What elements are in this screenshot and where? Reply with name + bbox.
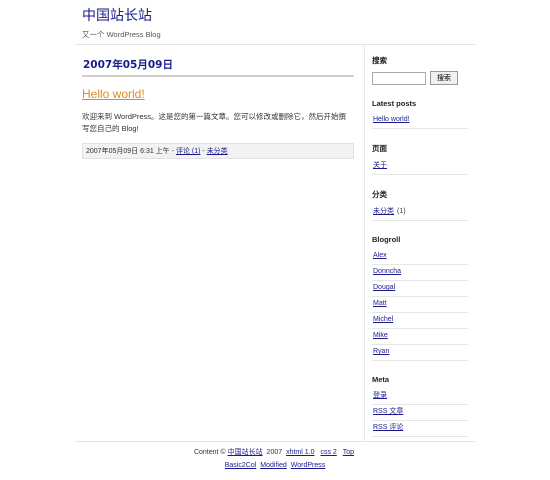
post-date-heading: 2007年05月09日 (82, 50, 354, 77)
blogroll-widget: Blogroll Alex Donncha Dougal Matt Michel… (372, 235, 468, 361)
list-item: Alex (372, 249, 468, 265)
search-widget-title: 搜索 (372, 56, 387, 65)
footer-line-1: Content © 中国站长站 2007 xhtml 1.0 css 2 Top (75, 446, 475, 459)
footer-top-link[interactable]: Top (343, 449, 354, 456)
footer-content-prefix: Content © (193, 449, 226, 456)
footer-css-link[interactable]: css 2 (320, 449, 336, 456)
list-item: Ryan (372, 345, 468, 361)
search-widget: 搜索 搜索 (372, 55, 468, 85)
post-meta-date: 2007年05月09日 (86, 148, 139, 155)
footer-wordpress-link[interactable]: WordPress (291, 462, 326, 469)
site-header: 中国站长站 又一个 WordPress Blog (82, 7, 161, 40)
latest-post-link[interactable]: Hello world! (373, 116, 410, 123)
footer-divider (75, 441, 475, 442)
list-item: RSS 评论 (372, 421, 468, 437)
categories-list: 未分类 (1) (372, 205, 468, 221)
post-meta-bar: 2007年05月09日 6:31 上午 - 评论 (1) - 未分类 (82, 143, 354, 159)
post-meta-time: 6:31 上午 (140, 148, 170, 155)
list-item: 未分类 (1) (372, 205, 468, 221)
post-meta-separator: - (202, 148, 205, 155)
pages-list: 关于 (372, 159, 468, 175)
list-item: Mike (372, 329, 468, 345)
list-item: Dougal (372, 281, 468, 297)
categories-title: 分类 (372, 190, 387, 199)
blogroll-list: Alex Donncha Dougal Matt Michel Mike Rya… (372, 249, 468, 361)
pages-widget: 页面 关于 (372, 143, 468, 175)
meta-widget: Meta 登录 RSS 文章 RSS 评论 (372, 375, 468, 437)
list-item: Matt (372, 297, 468, 313)
list-item: RSS 文章 (372, 405, 468, 421)
site-tagline: 又一个 WordPress Blog (82, 30, 161, 39)
post-category-link[interactable]: 未分类 (207, 148, 228, 155)
post-title-link[interactable]: Hello world! (82, 87, 354, 101)
meta-list: 登录 RSS 文章 RSS 评论 (372, 389, 468, 437)
list-item: 关于 (372, 159, 468, 175)
search-input[interactable] (372, 71, 426, 85)
category-count: (1) (397, 208, 406, 215)
latest-posts-title: Latest posts (372, 99, 417, 108)
site-title-link[interactable]: 中国站长站 (82, 7, 161, 25)
blogroll-link-michel[interactable]: Michel (373, 316, 393, 323)
footer-theme-link[interactable]: Basic2Col (225, 462, 257, 469)
post-comments-link[interactable]: 评论 (1) (176, 148, 201, 155)
footer-modified-link[interactable]: Modified (260, 462, 286, 469)
rss-comments-link[interactable]: RSS 评论 (373, 424, 403, 431)
footer-xhtml-link[interactable]: xhtml 1.0 (286, 449, 314, 456)
search-button[interactable]: 搜索 (430, 71, 458, 85)
sidebar: 搜索 搜索 Latest posts Hello world! 页面 关于 分类… (372, 55, 468, 451)
post-meta-separator: - (171, 148, 174, 155)
blogroll-title: Blogroll (372, 235, 401, 244)
post-body: 欢迎来到 WordPress。这是您的第一篇文章。您可以修改或删除它，然后开始撰… (82, 112, 347, 133)
main-content: 2007年05月09日 Hello world! 欢迎来到 WordPress。… (82, 50, 354, 159)
list-item: Donncha (372, 265, 468, 281)
list-item: Michel (372, 313, 468, 329)
blogroll-link-mike[interactable]: Mike (373, 332, 388, 339)
blogroll-link-matt[interactable]: Matt (373, 300, 387, 307)
latest-posts-widget: Latest posts Hello world! (372, 99, 468, 129)
header-divider (75, 44, 475, 45)
blogroll-link-dougal[interactable]: Dougal (373, 284, 395, 291)
column-divider (364, 44, 365, 441)
site-footer: Content © 中国站长站 2007 xhtml 1.0 css 2 Top … (75, 446, 475, 472)
list-item: 登录 (372, 389, 468, 405)
page-link-about[interactable]: 关于 (373, 162, 387, 169)
categories-widget: 分类 未分类 (1) (372, 189, 468, 221)
footer-year: 2007 (266, 449, 283, 456)
blogroll-link-alex[interactable]: Alex (373, 252, 387, 259)
blogroll-link-ryan[interactable]: Ryan (373, 348, 389, 355)
search-form: 搜索 (372, 71, 468, 85)
login-link[interactable]: 登录 (373, 392, 387, 399)
category-link-uncategorized[interactable]: 未分类 (373, 208, 394, 215)
pages-title: 页面 (372, 144, 387, 153)
blogroll-link-donncha[interactable]: Donncha (373, 268, 401, 275)
rss-posts-link[interactable]: RSS 文章 (373, 408, 403, 415)
latest-posts-list: Hello world! (372, 113, 468, 129)
list-item: Hello world! (372, 113, 468, 129)
meta-title: Meta (372, 375, 390, 384)
footer-site-link[interactable]: 中国站长站 (228, 449, 263, 456)
footer-line-2: Basic2Col Modified WordPress (75, 459, 475, 472)
